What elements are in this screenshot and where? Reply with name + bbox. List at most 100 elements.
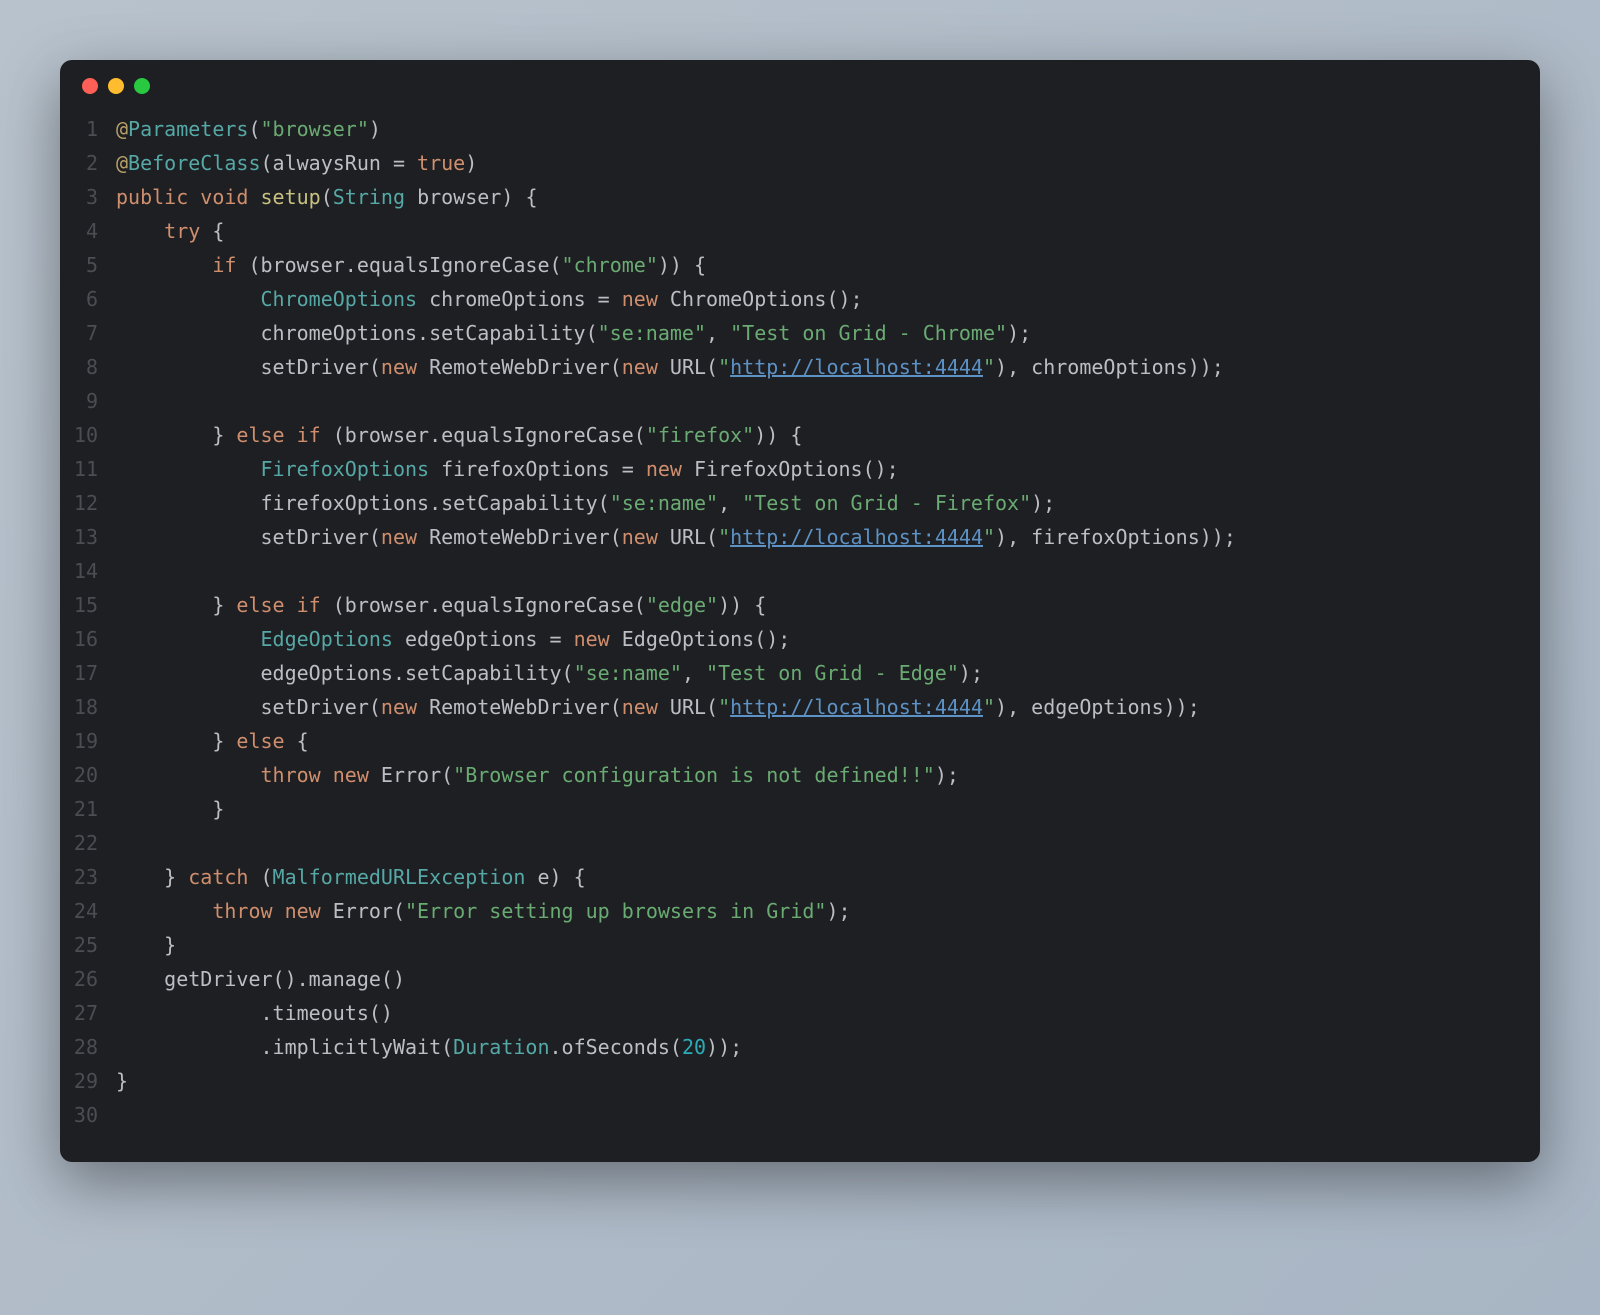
code-line[interactable]: 28 .implicitlyWait(Duration.ofSeconds(20…	[60, 1030, 1540, 1064]
code-line[interactable]: 7 chromeOptions.setCapability("se:name",…	[60, 316, 1540, 350]
code-content[interactable]: throw new Error("Browser configuration i…	[116, 758, 959, 792]
code-token: URL(	[670, 525, 718, 549]
code-content[interactable]: public void setup(String browser) {	[116, 180, 537, 214]
code-line[interactable]: 13 setDriver(new RemoteWebDriver(new URL…	[60, 520, 1540, 554]
code-line[interactable]: 29}	[60, 1064, 1540, 1098]
code-token: "Test on Grid - Firefox"	[742, 491, 1031, 515]
line-number: 3	[60, 180, 116, 214]
code-token: throw new	[212, 899, 332, 923]
code-token: setDriver(	[116, 525, 381, 549]
code-line[interactable]: 14	[60, 554, 1540, 588]
code-content[interactable]: } else {	[116, 724, 309, 758]
code-line[interactable]: 2@BeforeClass(alwaysRun = true)	[60, 146, 1540, 180]
code-token: ,	[682, 661, 706, 685]
code-line[interactable]: 15 } else if (browser.equalsIgnoreCase("…	[60, 588, 1540, 622]
code-token: http://localhost:4444	[730, 695, 983, 719]
code-content[interactable]: }	[116, 1064, 128, 1098]
minimize-dot-icon[interactable]	[108, 78, 124, 94]
code-line[interactable]: 12 firefoxOptions.setCapability("se:name…	[60, 486, 1540, 520]
editor-window: 1@Parameters("browser")2@BeforeClass(alw…	[60, 60, 1540, 1162]
code-content[interactable]: FirefoxOptions firefoxOptions = new Fire…	[116, 452, 899, 486]
code-token: RemoteWebDriver(	[429, 525, 622, 549]
code-content[interactable]: throw new Error("Error setting up browse…	[116, 894, 851, 928]
code-line[interactable]: 26 getDriver().manage()	[60, 962, 1540, 996]
code-line[interactable]: 9	[60, 384, 1540, 418]
code-token: firefoxOptions.setCapability(	[116, 491, 610, 515]
code-token: throw new	[261, 763, 381, 787]
code-token: e) {	[537, 865, 585, 889]
line-number: 29	[60, 1064, 116, 1098]
code-token: ), edgeOptions));	[995, 695, 1200, 719]
code-content[interactable]: } else if (browser.equalsIgnoreCase("fir…	[116, 418, 802, 452]
code-token: edgeOptions.setCapability(	[116, 661, 574, 685]
code-line[interactable]: 19 } else {	[60, 724, 1540, 758]
code-content[interactable]: .implicitlyWait(Duration.ofSeconds(20));	[116, 1030, 742, 1064]
line-number: 9	[60, 384, 116, 418]
code-token: "	[983, 355, 995, 379]
code-token: }	[116, 865, 188, 889]
code-content[interactable]: try {	[116, 214, 224, 248]
code-content[interactable]: ChromeOptions chromeOptions = new Chrome…	[116, 282, 863, 316]
code-token: .implicitlyWait(	[116, 1035, 453, 1059]
code-token: "Browser configuration is not defined!!"	[453, 763, 935, 787]
code-line[interactable]: 5 if (browser.equalsIgnoreCase("chrome")…	[60, 248, 1540, 282]
code-token: ));	[706, 1035, 742, 1059]
code-token: );	[1007, 321, 1031, 345]
code-content[interactable]: setDriver(new RemoteWebDriver(new URL("h…	[116, 350, 1224, 384]
code-token: new	[646, 457, 694, 481]
code-token: "edge"	[646, 593, 718, 617]
code-line[interactable]: 4 try {	[60, 214, 1540, 248]
code-content[interactable]: setDriver(new RemoteWebDriver(new URL("h…	[116, 690, 1200, 724]
code-content[interactable]: edgeOptions.setCapability("se:name", "Te…	[116, 656, 983, 690]
code-token: new	[381, 695, 429, 719]
code-line[interactable]: 27 .timeouts()	[60, 996, 1540, 1030]
code-token: (browser.equalsIgnoreCase(	[333, 593, 646, 617]
code-token: "firefox"	[646, 423, 754, 447]
code-line[interactable]: 30	[60, 1098, 1540, 1132]
code-line[interactable]: 18 setDriver(new RemoteWebDriver(new URL…	[60, 690, 1540, 724]
code-line[interactable]: 1@Parameters("browser")	[60, 112, 1540, 146]
code-content[interactable]: if (browser.equalsIgnoreCase("chrome")) …	[116, 248, 706, 282]
code-content[interactable]: @BeforeClass(alwaysRun = true)	[116, 146, 477, 180]
code-content[interactable]: EdgeOptions edgeOptions = new EdgeOption…	[116, 622, 790, 656]
code-content[interactable]: firefoxOptions.setCapability("se:name", …	[116, 486, 1055, 520]
line-number: 23	[60, 860, 116, 894]
code-token: "Test on Grid - Chrome"	[730, 321, 1007, 345]
code-line[interactable]: 11 FirefoxOptions firefoxOptions = new F…	[60, 452, 1540, 486]
code-token: try	[164, 219, 212, 243]
code-line[interactable]: 20 throw new Error("Browser configuratio…	[60, 758, 1540, 792]
code-line[interactable]: 17 edgeOptions.setCapability("se:name", …	[60, 656, 1540, 690]
code-token: }	[116, 933, 176, 957]
maximize-dot-icon[interactable]	[134, 78, 150, 94]
code-token: ofSeconds	[562, 1035, 670, 1059]
code-content[interactable]: @Parameters("browser")	[116, 112, 381, 146]
code-content[interactable]: } else if (browser.equalsIgnoreCase("edg…	[116, 588, 766, 622]
code-line[interactable]: 24 throw new Error("Error setting up bro…	[60, 894, 1540, 928]
code-token	[116, 899, 212, 923]
code-line[interactable]: 21 }	[60, 792, 1540, 826]
code-line[interactable]: 8 setDriver(new RemoteWebDriver(new URL(…	[60, 350, 1540, 384]
code-content[interactable]: getDriver().manage()	[116, 962, 405, 996]
code-line[interactable]: 10 } else if (browser.equalsIgnoreCase("…	[60, 418, 1540, 452]
close-dot-icon[interactable]	[82, 78, 98, 94]
code-content[interactable]: setDriver(new RemoteWebDriver(new URL("h…	[116, 520, 1236, 554]
line-number: 8	[60, 350, 116, 384]
code-token: }	[116, 729, 236, 753]
code-token: (	[248, 117, 260, 141]
code-line[interactable]: 22	[60, 826, 1540, 860]
code-content[interactable]: }	[116, 928, 176, 962]
code-token: );	[826, 899, 850, 923]
code-line[interactable]: 25 }	[60, 928, 1540, 962]
code-content[interactable]: } catch (MalformedURLException e) {	[116, 860, 586, 894]
code-content[interactable]: .timeouts()	[116, 996, 393, 1030]
code-line[interactable]: 23 } catch (MalformedURLException e) {	[60, 860, 1540, 894]
code-token: ,	[706, 321, 730, 345]
code-content[interactable]: chromeOptions.setCapability("se:name", "…	[116, 316, 1031, 350]
code-area[interactable]: 1@Parameters("browser")2@BeforeClass(alw…	[60, 102, 1540, 1162]
code-token: @	[116, 117, 128, 141]
code-token: FirefoxOptions();	[694, 457, 899, 481]
code-line[interactable]: 3public void setup(String browser) {	[60, 180, 1540, 214]
code-line[interactable]: 6 ChromeOptions chromeOptions = new Chro…	[60, 282, 1540, 316]
code-content[interactable]: }	[116, 792, 224, 826]
code-line[interactable]: 16 EdgeOptions edgeOptions = new EdgeOpt…	[60, 622, 1540, 656]
